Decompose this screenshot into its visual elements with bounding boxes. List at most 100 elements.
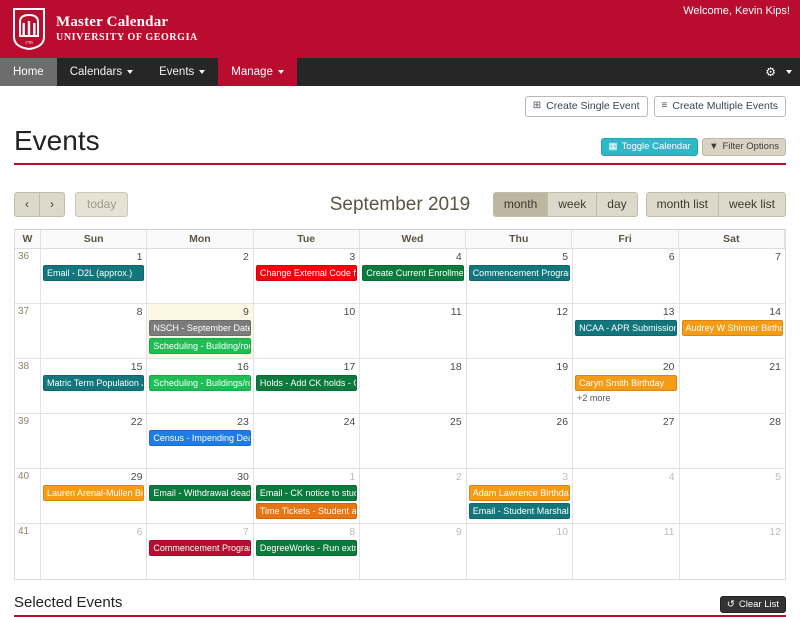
- day-cell[interactable]: 11: [360, 303, 467, 358]
- day-cell[interactable]: 7Commencement Program -: [147, 524, 254, 580]
- day-cell[interactable]: 12: [467, 303, 574, 358]
- calendar-event[interactable]: Scheduling - Building/room: [149, 337, 251, 354]
- filter-options-button[interactable]: ▼ Filter Options: [702, 137, 786, 156]
- day-cell[interactable]: 15Matric Term Population Job: [41, 358, 148, 413]
- day-cell[interactable]: 6: [41, 524, 148, 580]
- day-cell[interactable]: 22: [41, 413, 148, 468]
- calendar-event[interactable]: Commencement Program -: [468, 264, 571, 281]
- nav-item-manage[interactable]: Manage: [218, 58, 297, 86]
- nav-item-events[interactable]: Events: [146, 58, 218, 86]
- gear-icon[interactable]: ⚙: [765, 66, 776, 78]
- chevron-down-icon[interactable]: [786, 70, 792, 74]
- calendar-event[interactable]: Adam Lawrence Birthday: [468, 484, 571, 502]
- day-cell[interactable]: 7: [680, 249, 785, 303]
- day-cell[interactable]: 11: [573, 524, 680, 580]
- calendar-day-header-row: W Sun Mon Tue Wed Thu Fri Sat: [15, 229, 785, 249]
- calendar-event[interactable]: Holds - Add CK holds - Octo: [255, 374, 358, 392]
- calendar-event[interactable]: NCAA - APR Submissions D: [575, 319, 677, 336]
- nav-settings-group[interactable]: ⚙: [765, 58, 792, 86]
- week-number: 40: [15, 468, 41, 524]
- day-cell[interactable]: 25: [360, 413, 467, 468]
- clear-list-button[interactable]: ↺ Clear List: [719, 596, 786, 614]
- day-cell[interactable]: 9: [360, 524, 467, 580]
- day-cell[interactable]: 9 NSCH - September Dates Scheduling - Buil…: [147, 303, 254, 358]
- day-cell[interactable]: 18: [360, 358, 467, 413]
- day-number: 11: [663, 526, 675, 539]
- day-cell[interactable]: 19: [467, 358, 574, 413]
- day-cell[interactable]: 24: [254, 413, 361, 468]
- view-day-button[interactable]: day: [596, 192, 638, 218]
- day-cell[interactable]: 5: [680, 469, 785, 523]
- day-cell[interactable]: 30Email - Withdrawal deadline: [147, 468, 254, 524]
- calendar-event[interactable]: Matric Term Population Job: [43, 374, 145, 392]
- day-cell[interactable]: 8DegreeWorks - Run extract: [254, 524, 361, 580]
- day-number: 7: [243, 526, 249, 539]
- day-cell[interactable]: 5Commencement Program -: [467, 248, 574, 303]
- header-day-wed: Wed: [360, 229, 467, 248]
- more-events-link[interactable]: +2 more: [575, 393, 676, 403]
- day-cell[interactable]: 14Audrey W Shinner Birthday: [680, 304, 785, 358]
- day-cell[interactable]: 26: [467, 413, 574, 468]
- calendar-event[interactable]: DegreeWorks - Run extract: [255, 540, 358, 557]
- header-day-sun: Sun: [41, 229, 148, 248]
- day-cell[interactable]: 16Scheduling - Buildings/room: [147, 358, 254, 413]
- day-cell[interactable]: 13NCAA - APR Submissions D: [573, 303, 680, 358]
- calendar-event[interactable]: Caryn Smith Birthday: [575, 374, 677, 392]
- day-number: 10: [556, 526, 569, 539]
- day-cell[interactable]: 2: [360, 468, 467, 524]
- calendar-event[interactable]: Email - Withdrawal deadline: [149, 484, 251, 502]
- create-single-event-label: Create Single Event: [546, 100, 640, 112]
- day-number: 24: [343, 415, 356, 428]
- view-week-list-button[interactable]: week list: [717, 192, 786, 218]
- create-multiple-events-button[interactable]: ≡ Create Multiple Events: [653, 96, 786, 117]
- calendar-event[interactable]: NSCH - September Dates: [149, 319, 251, 336]
- day-cell[interactable]: 21: [680, 359, 785, 413]
- day-cell[interactable]: 20 Caryn Smith Birthday +2 more: [573, 358, 680, 413]
- day-number: 12: [556, 305, 569, 318]
- prev-month-button[interactable]: ‹: [14, 192, 39, 218]
- calendar-event[interactable]: Change External Code for A: [255, 264, 358, 281]
- nav-item-calendars[interactable]: Calendars: [57, 58, 146, 86]
- day-cell[interactable]: 17Holds - Add CK holds - Octo: [254, 358, 361, 413]
- day-number: 28: [769, 415, 781, 428]
- day-cell[interactable]: 27: [573, 413, 680, 468]
- view-month-list-button[interactable]: month list: [645, 192, 718, 218]
- calendar-event[interactable]: Email - Student Marshal Sol: [468, 503, 571, 520]
- day-cell[interactable]: 4: [573, 468, 680, 524]
- calendar-event[interactable]: Scheduling - Buildings/room: [149, 374, 251, 392]
- title-divider: [14, 162, 786, 165]
- toggle-calendar-label: Toggle Calendar: [621, 140, 691, 152]
- day-number: 16: [237, 360, 249, 373]
- day-cell[interactable]: 1Email - CK notice to studentTime Ticket…: [254, 468, 361, 524]
- day-cell[interactable]: 12: [680, 524, 785, 579]
- day-cell[interactable]: 6: [573, 248, 680, 303]
- calendar-event[interactable]: Commencement Program -: [149, 540, 251, 557]
- day-cell[interactable]: 4Create Current Enrollment C: [360, 248, 467, 303]
- toggle-calendar-button[interactable]: ▦ Toggle Calendar: [601, 137, 698, 156]
- today-button[interactable]: today: [75, 192, 129, 218]
- create-single-event-button[interactable]: ⊞ Create Single Event: [524, 96, 648, 117]
- nav-item-home[interactable]: Home: [0, 58, 57, 86]
- day-cell[interactable]: 3Change External Code for A: [254, 248, 361, 303]
- calendar-event[interactable]: Email - CK notice to student: [255, 484, 358, 502]
- calendar-event[interactable]: Email - D2L (approx.): [43, 264, 145, 281]
- day-cell[interactable]: 10: [254, 303, 361, 358]
- calendar-event[interactable]: Census - Impending Deadlin: [149, 429, 251, 447]
- day-cell[interactable]: 23Census - Impending Deadlin: [147, 413, 254, 468]
- next-month-button[interactable]: ›: [39, 192, 65, 218]
- view-week-button[interactable]: week: [547, 192, 597, 218]
- day-number: 1: [136, 250, 143, 263]
- day-cell[interactable]: 8: [41, 303, 148, 358]
- main-navbar: Home Calendars Events Manage ⚙: [0, 58, 800, 86]
- calendar-event[interactable]: Time Tickets - Student athle: [255, 503, 358, 520]
- day-cell[interactable]: 10: [467, 524, 574, 580]
- day-cell[interactable]: 29Lauren Arenal-Mullen Birthd: [41, 468, 148, 524]
- day-cell[interactable]: 3 Adam Lawrence Birthday Email - Student M…: [467, 468, 574, 524]
- calendar-event[interactable]: Create Current Enrollment C: [362, 264, 464, 281]
- day-cell[interactable]: 28: [680, 414, 785, 468]
- calendar-event[interactable]: Audrey W Shinner Birthday: [681, 319, 783, 336]
- day-cell[interactable]: 1 Email - D2L (approx.): [41, 248, 148, 303]
- view-month-button[interactable]: month: [492, 192, 548, 218]
- day-cell[interactable]: 2: [147, 248, 254, 303]
- calendar-event[interactable]: Lauren Arenal-Mullen Birthd: [43, 484, 145, 502]
